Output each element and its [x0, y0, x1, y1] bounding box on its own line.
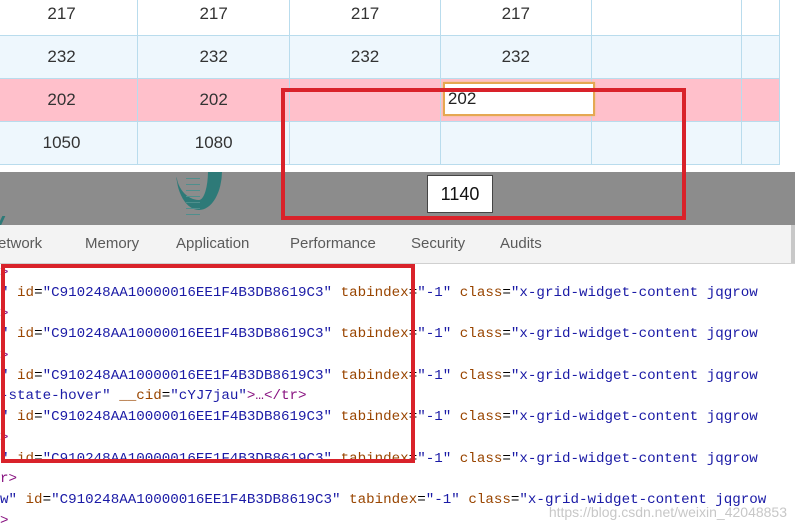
grid-cell[interactable] — [590, 78, 742, 122]
gauge-ticks — [186, 178, 200, 218]
grid-cell[interactable]: 217 — [0, 0, 139, 36]
grid-cell[interactable]: 232 — [0, 35, 139, 79]
table-row-hovered[interactable]: 202 202 — [0, 78, 781, 122]
grid-cell[interactable]: 1080 — [137, 121, 291, 165]
grid-cell[interactable]: 217 — [289, 0, 441, 36]
grid-cell[interactable] — [289, 78, 441, 122]
grid-cell[interactable] — [289, 121, 441, 165]
grid-cell[interactable]: 202 — [0, 78, 139, 122]
dom-node-line[interactable]: " id="C910248AA10000016EE1F4B3DB8619C3" … — [0, 408, 758, 426]
elements-panel: > " id="C910248AA10000016EE1F4B3DB8619C3… — [0, 264, 795, 530]
dom-node-line[interactable]: " id="C910248AA10000016EE1F4B3DB8619C3" … — [0, 284, 758, 302]
cell-edit-input[interactable] — [442, 82, 595, 116]
grid-cell[interactable]: 217 — [439, 0, 592, 36]
grid-cell[interactable] — [590, 35, 742, 79]
dom-node-line[interactable]: -state-hover" __cid="cYJ7jau">…</tr> — [0, 387, 307, 405]
grid-cell[interactable] — [439, 121, 592, 165]
table-row[interactable]: 217 217 217 217 — [0, 0, 781, 36]
grid-cell[interactable]: 232 — [439, 35, 592, 79]
grid-edit-cell[interactable] — [439, 78, 595, 122]
dom-node-line[interactable]: > — [0, 264, 9, 282]
grid-cell[interactable]: 202 — [137, 78, 291, 122]
dom-node-line[interactable]: r> — [0, 470, 17, 488]
table-row[interactable]: 232 232 232 232 — [0, 35, 781, 79]
decorative-mark — [0, 216, 16, 225]
dom-node-line[interactable]: " id="C910248AA10000016EE1F4B3DB8619C3" … — [0, 450, 758, 468]
grid-cell[interactable]: 1050 — [0, 121, 139, 165]
watermark: https://blog.csdn.net/weixin_42048853 — [548, 504, 787, 520]
tab-performance[interactable]: Performance — [290, 225, 376, 263]
overlay-strip: 1140 — [0, 172, 795, 225]
scrollbar[interactable] — [791, 225, 795, 263]
dom-node-line[interactable]: > — [0, 512, 9, 530]
grid-cell — [740, 35, 781, 79]
grid-cell[interactable] — [590, 0, 742, 36]
dom-node-line[interactable]: " id="C910248AA10000016EE1F4B3DB8619C3" … — [0, 367, 758, 385]
grid-cell — [740, 0, 781, 36]
grid-cell — [740, 121, 781, 165]
value-popup: 1140 — [427, 175, 493, 213]
grid-cell[interactable] — [590, 121, 742, 165]
grid-cell[interactable]: 232 — [289, 35, 441, 79]
grid-cell — [740, 78, 781, 122]
dom-node-line[interactable]: > — [0, 429, 9, 447]
table-row[interactable]: 1050 1080 — [0, 121, 781, 165]
dom-node-line[interactable]: " id="C910248AA10000016EE1F4B3DB8619C3" … — [0, 325, 758, 343]
devtools-tab-bar: etwork Memory Application Performance Se… — [0, 225, 795, 264]
tab-audits[interactable]: Audits — [500, 225, 542, 263]
grid-cell[interactable]: 232 — [137, 35, 291, 79]
tab-network[interactable]: etwork — [0, 225, 42, 263]
data-grid: 217 217 217 217 232 232 232 232 202 202 — [0, 0, 795, 172]
grid-cell[interactable]: 217 — [137, 0, 291, 36]
tab-application[interactable]: Application — [176, 225, 249, 263]
dom-node-line[interactable]: > — [0, 347, 9, 365]
tab-security[interactable]: Security — [411, 225, 465, 263]
dom-node-line[interactable]: > — [0, 305, 9, 323]
tab-memory[interactable]: Memory — [85, 225, 139, 263]
grid-table: 217 217 217 217 232 232 232 232 202 202 — [0, 0, 781, 165]
